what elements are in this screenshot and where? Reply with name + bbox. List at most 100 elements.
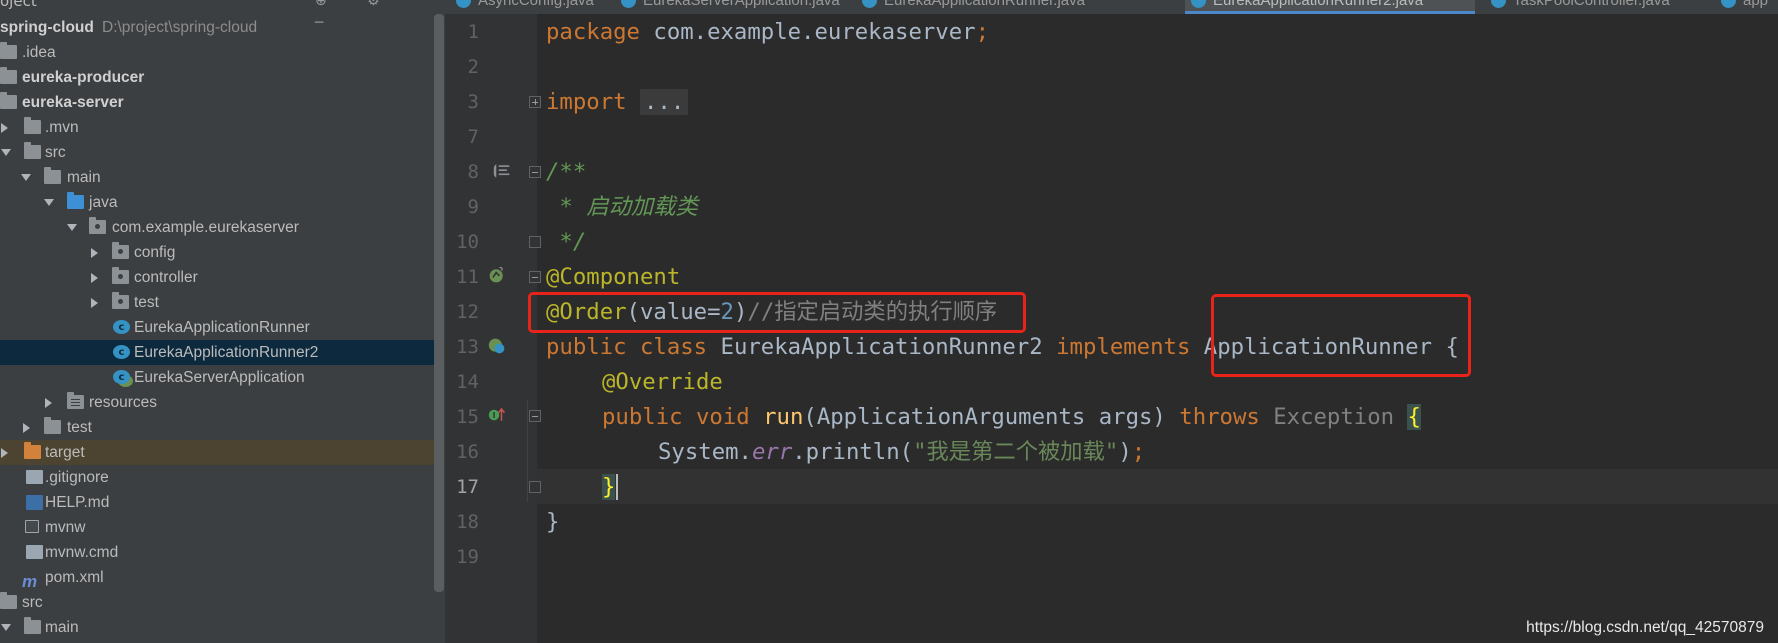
markdown-file-icon	[26, 495, 43, 510]
tree-item-mvn[interactable]: .mvn	[0, 115, 436, 140]
tree-item-config[interactable]: config	[0, 240, 436, 265]
semicolon: ;	[975, 19, 990, 45]
java-class-icon: c	[113, 320, 130, 334]
expand-arrow-icon[interactable]	[23, 423, 30, 433]
tree-item-eureka-server[interactable]: eureka-server	[0, 90, 436, 115]
indent-guide	[527, 400, 528, 502]
project-path: D:\project\spring-cloud	[102, 19, 258, 36]
code-line-17[interactable]: }	[602, 470, 616, 505]
fold-expand-icon[interactable]	[529, 96, 541, 108]
line-number: 13	[456, 336, 479, 358]
tree-item-java[interactable]: java	[0, 190, 436, 215]
watermark: https://blog.csdn.net/qq_42570879	[1526, 619, 1764, 636]
expand-arrow-icon[interactable]	[1, 448, 8, 458]
tree-item-label: pom.xml	[45, 569, 104, 586]
resources-folder-icon	[67, 392, 84, 409]
tree-item-test-package[interactable]: test	[0, 290, 436, 315]
collapse-arrow-icon[interactable]	[1, 624, 11, 631]
tree-item-eureka-server-application[interactable]: c EurekaServerApplication	[0, 365, 436, 390]
shell-script-icon	[25, 520, 39, 533]
keyword: implements	[1056, 334, 1191, 360]
tree-item-label: config	[134, 244, 176, 261]
editor-tab-bar: AsyncConfig.java EurekaServerApplication…	[445, 0, 1778, 14]
code-line-14[interactable]: @Override	[602, 365, 723, 400]
code-line-9[interactable]: * 启动加载类	[546, 190, 697, 225]
folder-icon	[24, 617, 41, 634]
maven-icon: m	[22, 572, 38, 591]
tree-item-src-root[interactable]: src	[0, 590, 436, 615]
tree-item-main-root[interactable]: main	[0, 615, 436, 640]
text-caret	[616, 474, 618, 500]
expand-arrow-icon[interactable]	[91, 273, 98, 283]
project-panel-title[interactable]: oject	[0, 0, 37, 10]
fold-end-icon[interactable]	[529, 481, 541, 493]
tab-eureka-application-runner2[interactable]: EurekaApplicationRunner2.java	[1185, 0, 1475, 14]
expand-arrow-icon[interactable]	[91, 248, 98, 258]
tree-item-main[interactable]: main	[0, 165, 436, 190]
code-line-11[interactable]: @Component	[546, 260, 680, 295]
code-line-15[interactable]: public void run(ApplicationArguments arg…	[602, 400, 1421, 435]
tree-item-src[interactable]: src	[0, 140, 436, 165]
tree-item-pom-xml[interactable]: m pom.xml	[0, 565, 436, 591]
tree-item-target[interactable]: target	[0, 440, 436, 465]
package-icon	[112, 242, 129, 259]
tree-item-package[interactable]: com.example.eurekaserver	[0, 215, 436, 240]
package-icon	[112, 267, 129, 284]
tree-item-test-folder[interactable]: test	[0, 415, 436, 440]
folder-icon	[0, 592, 17, 609]
fold-end-icon[interactable]	[529, 236, 541, 248]
collapse-arrow-icon[interactable]	[44, 199, 54, 206]
folded-imports[interactable]: ...	[639, 89, 689, 115]
package-icon	[112, 292, 129, 309]
spring-bean-icon[interactable]	[488, 266, 506, 284]
tree-item-help-md[interactable]: HELP.md	[0, 490, 436, 515]
structure-view-icon[interactable]	[493, 162, 511, 180]
tree-item-label: .idea	[22, 44, 56, 61]
collapse-arrow-icon[interactable]	[21, 174, 31, 181]
code-line-3[interactable]: import ...	[546, 85, 689, 120]
tab-eureka-server-application[interactable]: EurekaServerApplication.java	[615, 0, 840, 14]
code-line-1[interactable]: package com.example.eurekaserver;	[546, 15, 989, 50]
package-icon	[89, 217, 106, 234]
tree-item-mvnw-cmd[interactable]: mvnw.cmd	[0, 540, 436, 565]
tree-item-gitignore[interactable]: .gitignore	[0, 465, 436, 490]
collapse-arrow-icon[interactable]	[67, 224, 77, 231]
tree-item-spring-cloud[interactable]: spring-cloud D:\project\spring-cloud	[0, 15, 436, 40]
tree-item-controller[interactable]: controller	[0, 265, 436, 290]
override-method-icon[interactable]: I	[488, 406, 506, 424]
code-line-8[interactable]: /**	[546, 155, 586, 190]
current-line-highlight	[537, 469, 1778, 504]
tree-scrollbar[interactable]	[434, 14, 444, 592]
tab-async-config[interactable]: AsyncConfig.java	[450, 0, 594, 14]
code-line-10[interactable]: */	[546, 225, 586, 260]
fold-collapse-icon[interactable]	[529, 271, 541, 283]
text-file-icon	[26, 545, 43, 559]
paren: )	[1118, 439, 1132, 465]
spring-bean-class-icon[interactable]	[488, 337, 506, 355]
module-folder-icon	[0, 92, 17, 109]
tree-item-resources[interactable]: resources	[0, 390, 436, 415]
line-number: 15	[456, 406, 479, 428]
tree-item-eureka-application-runner[interactable]: c EurekaApplicationRunner	[0, 315, 436, 340]
tree-item-idea[interactable]: .idea	[0, 40, 436, 65]
expand-arrow-icon[interactable]	[45, 398, 52, 408]
package-name: com.example.eurekaserver	[639, 19, 976, 45]
tab-app[interactable]: app	[1715, 0, 1768, 14]
fold-collapse-icon[interactable]	[529, 166, 541, 178]
class-ref: System.	[658, 439, 752, 465]
tab-eureka-application-runner[interactable]: EurekaApplicationRunner.java	[856, 0, 1085, 14]
tree-item-eureka-producer[interactable]: eureka-producer	[0, 65, 436, 90]
code-line-16[interactable]: System.err.println("我是第二个被加载");	[658, 435, 1145, 470]
tab-label: TaskPoolController.java	[1513, 0, 1670, 9]
project-panel-header: oject ⊕ ⚙ ─	[0, 0, 445, 31]
tree-item-eureka-application-runner2[interactable]: c EurekaApplicationRunner2	[0, 340, 436, 365]
tree-item-label: .gitignore	[45, 469, 109, 486]
tree-item-label: main	[45, 619, 79, 636]
fold-collapse-icon[interactable]	[529, 410, 541, 422]
tab-task-pool-controller[interactable]: TaskPoolController.java	[1485, 0, 1670, 14]
collapse-arrow-icon[interactable]	[1, 149, 11, 156]
expand-arrow-icon[interactable]	[91, 298, 98, 308]
expand-arrow-icon[interactable]	[1, 123, 8, 133]
tree-item-mvnw[interactable]: mvnw	[0, 515, 436, 540]
code-line-18[interactable]: }	[546, 505, 559, 540]
